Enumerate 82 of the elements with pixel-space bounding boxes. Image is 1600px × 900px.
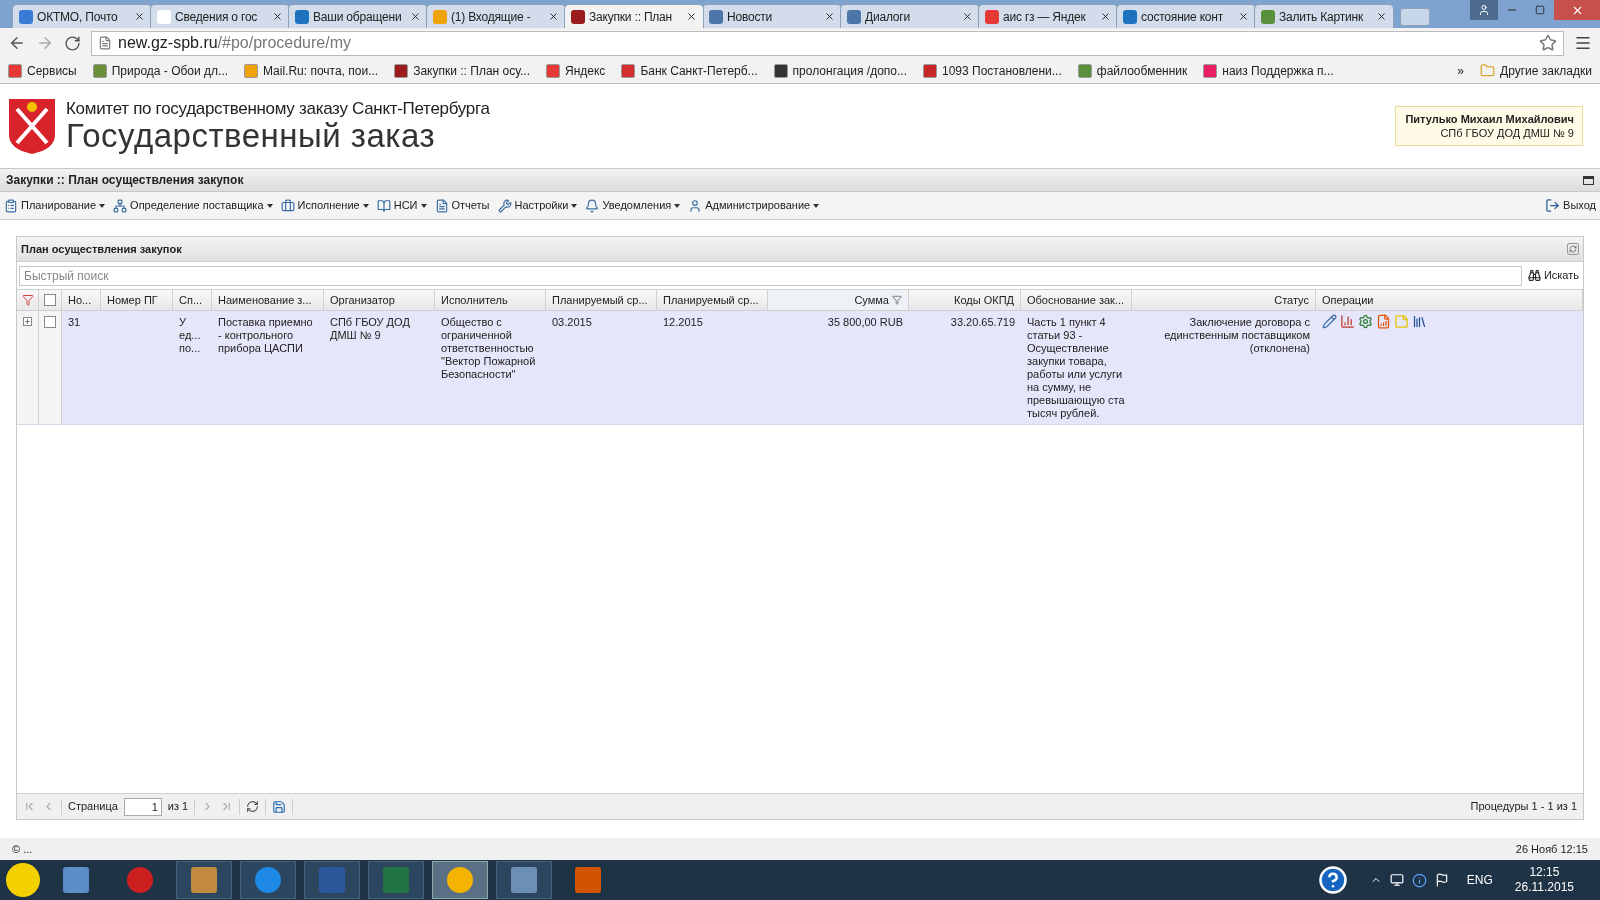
browser-tab[interactable]: Ваши обращени	[288, 4, 428, 28]
menu-item[interactable]: Исполнение	[280, 197, 369, 214]
tab-title: Новости	[727, 8, 774, 26]
address-field[interactable]: new.gz-spb.ru/#po/procedure/my	[91, 30, 1564, 56]
table-cell-text: 03.2015	[552, 316, 593, 329]
browser-tab[interactable]: аис гз — Яндек	[978, 4, 1118, 28]
table-cell-text: 33.20.65.719	[949, 316, 1015, 329]
table-cell-text: Поставка приемно - контрольного прибора ЦАСПИ	[218, 316, 314, 355]
tab-title: Залить Картинк	[1279, 8, 1365, 26]
tab-title: Сведения о гос	[175, 8, 259, 26]
column-header[interactable]: Организатор	[324, 290, 435, 310]
tab-title: Закупки :: План	[589, 8, 674, 26]
column-header[interactable]: Но...	[62, 290, 101, 310]
table-cell-text: 35 800,00 RUB	[826, 316, 903, 329]
table-cell-text: Общество с ограниченной ответственностью "Вектор Пожарной Безопасности"	[441, 316, 537, 381]
section-title: Закупки :: План осуществления закупок	[6, 172, 245, 189]
copyright-text: © ...	[12, 841, 33, 857]
column-header[interactable]: Исполнитель	[435, 290, 546, 310]
page-count: из 1	[167, 799, 189, 815]
bookmark-item[interactable]: Mail.Ru: почта, пои...	[244, 61, 379, 80]
column-header[interactable]: Статус	[1132, 290, 1316, 310]
language-indicator[interactable]: ENG	[1466, 871, 1493, 889]
table-cell-text: 31	[68, 316, 82, 329]
column-header[interactable]: Наименование з...	[212, 290, 324, 310]
column-header[interactable]: Обоснование зак...	[1021, 290, 1132, 310]
page-number-field[interactable]: 1	[123, 797, 162, 816]
menu-item[interactable]: Планирование	[4, 197, 106, 214]
table-cell: Часть 1 пункт 4 статьи 93 - Осуществление закупки товара, работы или услуги на сумму, не превышающую ста тысяч рублей.	[1027, 316, 1126, 420]
bookmark-item[interactable]: Яндекс	[546, 61, 606, 80]
bookmark-item[interactable]: файлообменник	[1077, 61, 1188, 80]
bookmark-item[interactable]: наиз Поддержка п...	[1203, 61, 1334, 80]
table-cell-text: У ед... по...	[179, 316, 202, 355]
column-header[interactable]: Операции	[1316, 290, 1583, 310]
clock[interactable]: 12:15 26.11.2015	[1514, 865, 1574, 895]
status-datetime: 26 Нояб 12:15	[1515, 841, 1588, 857]
table-cell-text: Заключение договора с единственным поставщиком (отклонена)	[1163, 316, 1310, 355]
menu-item[interactable]: Администрирование	[688, 197, 820, 214]
browser-tab[interactable]: Сведения о гос	[150, 4, 290, 28]
browser-tab[interactable]: состояние конт	[1116, 4, 1256, 28]
tab-title: состояние конт	[1141, 8, 1225, 26]
record-summary: Процедуры 1 - 1 из 1	[1470, 799, 1577, 815]
user-name: Питулько Михаил Михайлович	[1405, 112, 1574, 126]
browser-tab[interactable]: Залить Картинк	[1254, 4, 1394, 28]
tab-title: аис гз — Яндек	[1003, 8, 1087, 26]
tab-title: (1) Входящие -	[451, 8, 532, 26]
tab-title: ОКТМО, Почто	[37, 8, 119, 26]
menu-item[interactable]: Уведомления	[585, 197, 681, 214]
browser-tab[interactable]: Новости	[702, 4, 842, 28]
url-text: new.gz-spb.ru/#po/procedure/my	[118, 33, 352, 53]
browser-tab[interactable]: (1) Входящие -	[426, 4, 566, 28]
table-cell-text: 12.2015	[663, 316, 704, 329]
menu-item[interactable]: НСИ	[376, 197, 427, 214]
column-header[interactable]: Сп...	[173, 290, 212, 310]
other-bookmarks-item[interactable]: Другие закладки	[1480, 61, 1592, 80]
column-header[interactable]: Коды ОКПД	[909, 290, 1021, 310]
column-header[interactable]: Сумма	[768, 290, 909, 310]
logout-button[interactable]: Выход	[1545, 197, 1596, 214]
browser-tab[interactable]: Диалоги	[840, 4, 980, 28]
bookmark-item[interactable]: Природа - Обои дл...	[92, 61, 229, 80]
bookmark-item[interactable]: пролонгация /допо...	[773, 61, 907, 80]
search-button[interactable]: Искать	[1525, 267, 1581, 284]
grid-title: План осуществления закупок	[21, 241, 183, 257]
column-header[interactable]: Номер ПГ	[101, 290, 173, 310]
quick-search-field[interactable]: Быстрый поиск	[19, 265, 1522, 286]
bookmark-item[interactable]: Банк Санкт-Петерб...	[621, 61, 758, 80]
more-bookmarks-button[interactable]: »	[1457, 61, 1465, 80]
bookmark-item[interactable]: 1093 Постановлени...	[923, 61, 1062, 80]
user-organization: СПб ГБОУ ДОД ДМШ № 9	[1440, 126, 1574, 140]
menu-item[interactable]: Настройки	[497, 197, 578, 214]
menu-item[interactable]: Определение поставщика	[113, 197, 273, 214]
browser-tab[interactable]: Закупки :: План	[564, 4, 704, 28]
browser-tab[interactable]: ОКТМО, Почто	[12, 4, 152, 28]
table-cell-text: СПб ГБОУ ДОД ДМШ № 9	[330, 316, 411, 342]
organization-name: Комитет по государственному заказу Санкт-Петербурга	[66, 99, 490, 119]
menu-item[interactable]: Отчеты	[434, 197, 490, 214]
bookmark-item[interactable]: Закупки :: План осу...	[394, 61, 530, 80]
column-header[interactable]: Планируемый ср...	[546, 290, 657, 310]
page-label: Страница	[68, 799, 118, 815]
tab-title: Ваши обращени	[313, 8, 403, 26]
site-title: Государственный заказ	[66, 119, 437, 153]
bookmark-item[interactable]: Сервисы	[8, 61, 77, 80]
tab-title: Диалоги	[865, 8, 911, 26]
